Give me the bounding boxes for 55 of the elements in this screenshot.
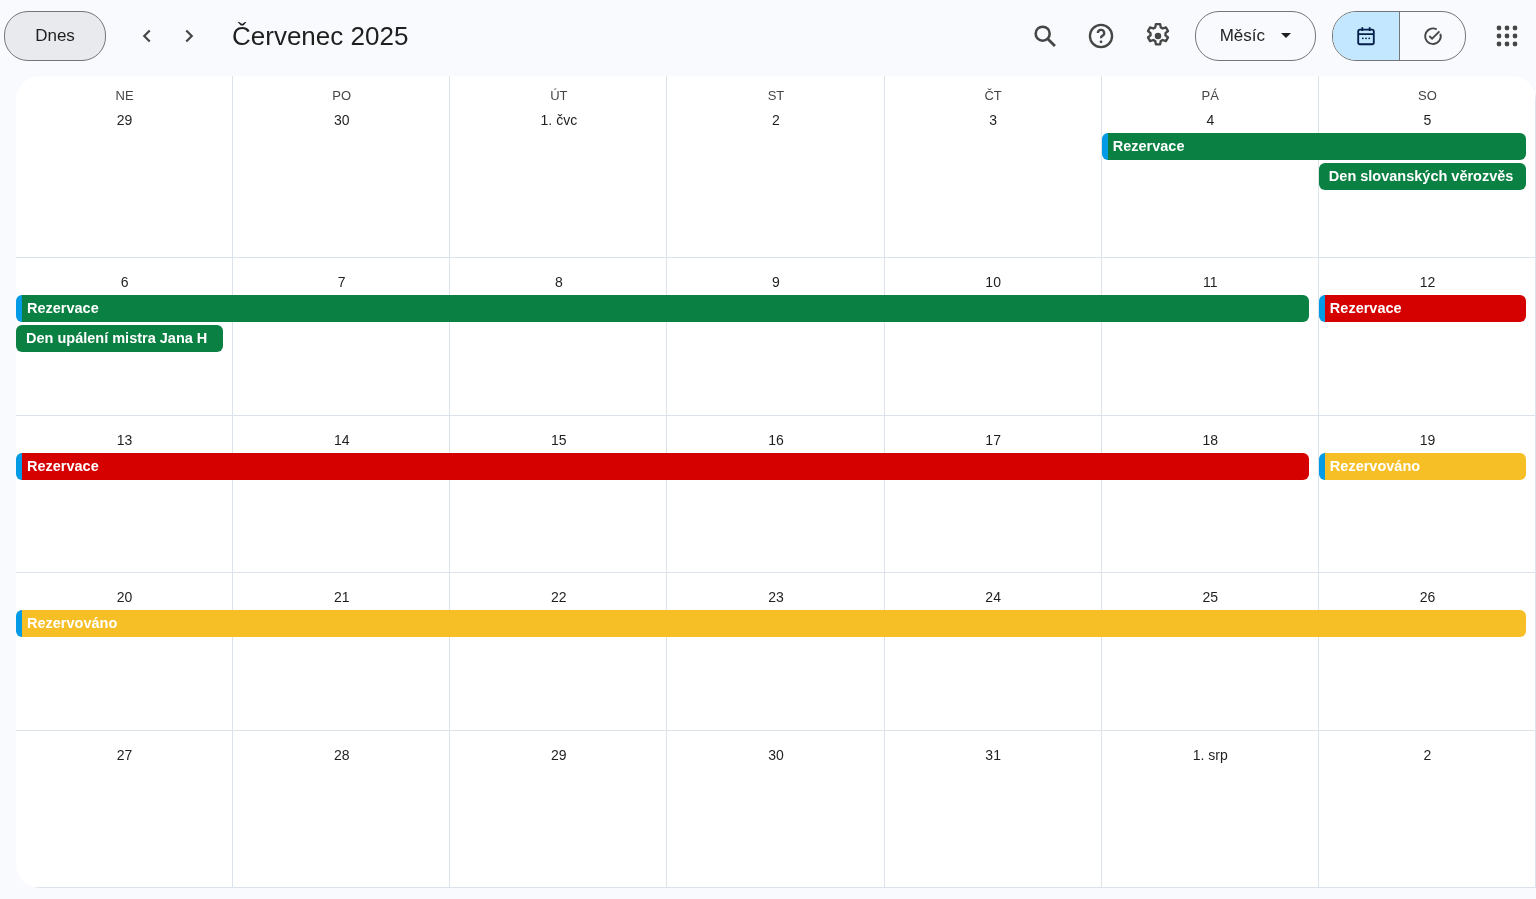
date-label[interactable]: 3 <box>989 109 998 131</box>
weekday-label: ČT <box>983 87 1003 105</box>
date-label[interactable]: 7 <box>337 272 346 294</box>
date-label[interactable]: 30 <box>333 109 350 131</box>
date-label[interactable]: 19 <box>1419 429 1436 451</box>
date-label[interactable]: 29 <box>116 109 133 131</box>
date-label[interactable]: 25 <box>1202 587 1219 609</box>
date-label[interactable]: 2 <box>1423 744 1432 766</box>
date-label[interactable]: 2 <box>772 109 780 131</box>
weekday-label: NE <box>114 87 135 105</box>
weekday-label: PO <box>331 87 353 105</box>
date-label[interactable]: 6 <box>120 272 129 294</box>
caret-icon <box>1281 33 1291 39</box>
month-title: Červenec 2025 <box>232 19 409 53</box>
date-label[interactable]: 15 <box>551 429 567 451</box>
view-dropdown[interactable]: Měsíc <box>1194 11 1316 61</box>
date-label[interactable]: 4 <box>1206 109 1215 131</box>
date-label[interactable]: 23 <box>768 587 784 609</box>
date-label[interactable]: 26 <box>1419 587 1436 609</box>
date-label[interactable]: 14 <box>333 429 350 451</box>
weekday-label: SO <box>1417 87 1438 105</box>
date-label[interactable]: 24 <box>985 587 1001 609</box>
weekday-label: PÁ <box>1200 87 1220 105</box>
date-label[interactable]: 27 <box>116 744 133 766</box>
date-label[interactable]: 12 <box>1419 272 1436 294</box>
date-label[interactable]: 28 <box>333 744 350 766</box>
date-label[interactable]: 1. čvc <box>540 109 578 131</box>
date-label[interactable]: 22 <box>551 587 567 609</box>
event-chip[interactable]: Rezervace <box>1101 132 1526 160</box>
check-circle-icon <box>1421 25 1444 47</box>
weekday-label: ÚT <box>549 87 569 105</box>
calendar-view-button[interactable] <box>1333 12 1399 60</box>
date-label[interactable]: 1. srp <box>1192 744 1228 766</box>
date-label[interactable]: 29 <box>551 744 567 766</box>
date-label[interactable]: 17 <box>985 429 1001 451</box>
date-label[interactable]: 9 <box>772 272 780 294</box>
date-label[interactable]: 18 <box>1202 429 1219 451</box>
date-label[interactable]: 21 <box>333 587 350 609</box>
event-chip[interactable]: Rezervace <box>16 452 1309 480</box>
event-chip[interactable]: Rezervace <box>16 295 1309 323</box>
weekday-label: ST <box>766 87 786 105</box>
date-label[interactable]: 11 <box>1203 272 1218 294</box>
date-label[interactable]: 31 <box>985 744 1001 766</box>
date-label[interactable]: 13 <box>116 429 133 451</box>
date-label[interactable]: 30 <box>768 744 784 766</box>
date-label[interactable]: 5 <box>1423 109 1432 131</box>
event-chip[interactable]: Den upálení mistra Jana H <box>16 325 224 353</box>
event-chip[interactable]: Rezervace <box>1318 295 1526 323</box>
date-label[interactable]: 8 <box>554 272 563 294</box>
date-label[interactable]: 10 <box>985 272 1001 294</box>
event-chip[interactable]: Den slovanských věrozvěs <box>1318 162 1526 190</box>
date-label[interactable]: 16 <box>768 429 784 451</box>
calendar-icon <box>1355 25 1377 47</box>
today-button[interactable]: Dnes <box>4 11 106 61</box>
date-label[interactable]: 20 <box>116 587 133 609</box>
